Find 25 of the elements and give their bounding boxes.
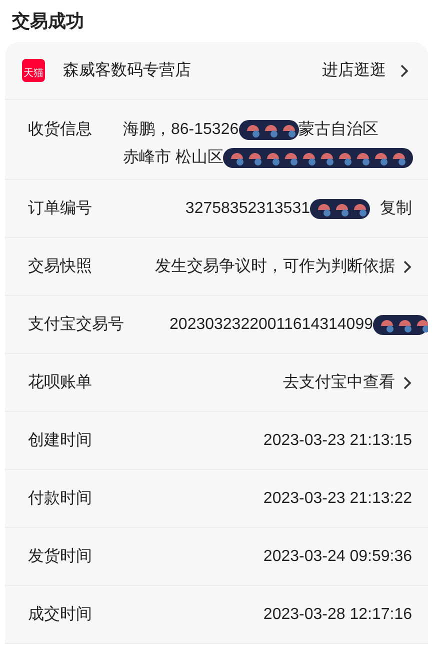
field-value: 去支付宝中查看 <box>283 372 395 392</box>
field-value: 20230323220011614314099 <box>170 314 373 334</box>
field-value: 32758352313531 <box>185 198 310 218</box>
field-label: 收货信息 <box>28 120 92 140</box>
field-label: 成交时间 <box>28 604 92 624</box>
field-value: 海鹏，86-15326 <box>123 120 239 140</box>
store-badge: 天猫 <box>22 59 45 82</box>
field-label: 支付宝交易号 <box>28 314 124 334</box>
visit-store-link[interactable]: 进店逛逛 <box>322 58 409 82</box>
field-value: 赤峰市 松山区 <box>123 148 224 168</box>
field-value: 2023-03-23 21:13:15 <box>263 430 412 450</box>
copy-button[interactable]: 复制 <box>380 196 412 220</box>
field-label: 花呗账单 <box>28 372 92 392</box>
field-label: 交易快照 <box>28 256 92 276</box>
field-label: 付款时间 <box>28 488 92 508</box>
field-value: 2023-03-28 12:17:16 <box>263 604 412 624</box>
field-value: 发生交易争议时，可作为判断依据 <box>155 256 395 276</box>
field-label: 发货时间 <box>28 546 92 566</box>
field-label: 订单编号 <box>28 198 92 218</box>
page-title: 交易成功 <box>12 10 85 33</box>
field-value: 蒙古自治区 <box>298 120 379 140</box>
field-label: 创建时间 <box>28 430 92 450</box>
store-name[interactable]: 森威客数码专营店 <box>63 58 322 82</box>
field-value: 2023-03-23 21:13:22 <box>263 488 412 508</box>
field-value: 2023-03-24 09:59:36 <box>263 546 412 566</box>
